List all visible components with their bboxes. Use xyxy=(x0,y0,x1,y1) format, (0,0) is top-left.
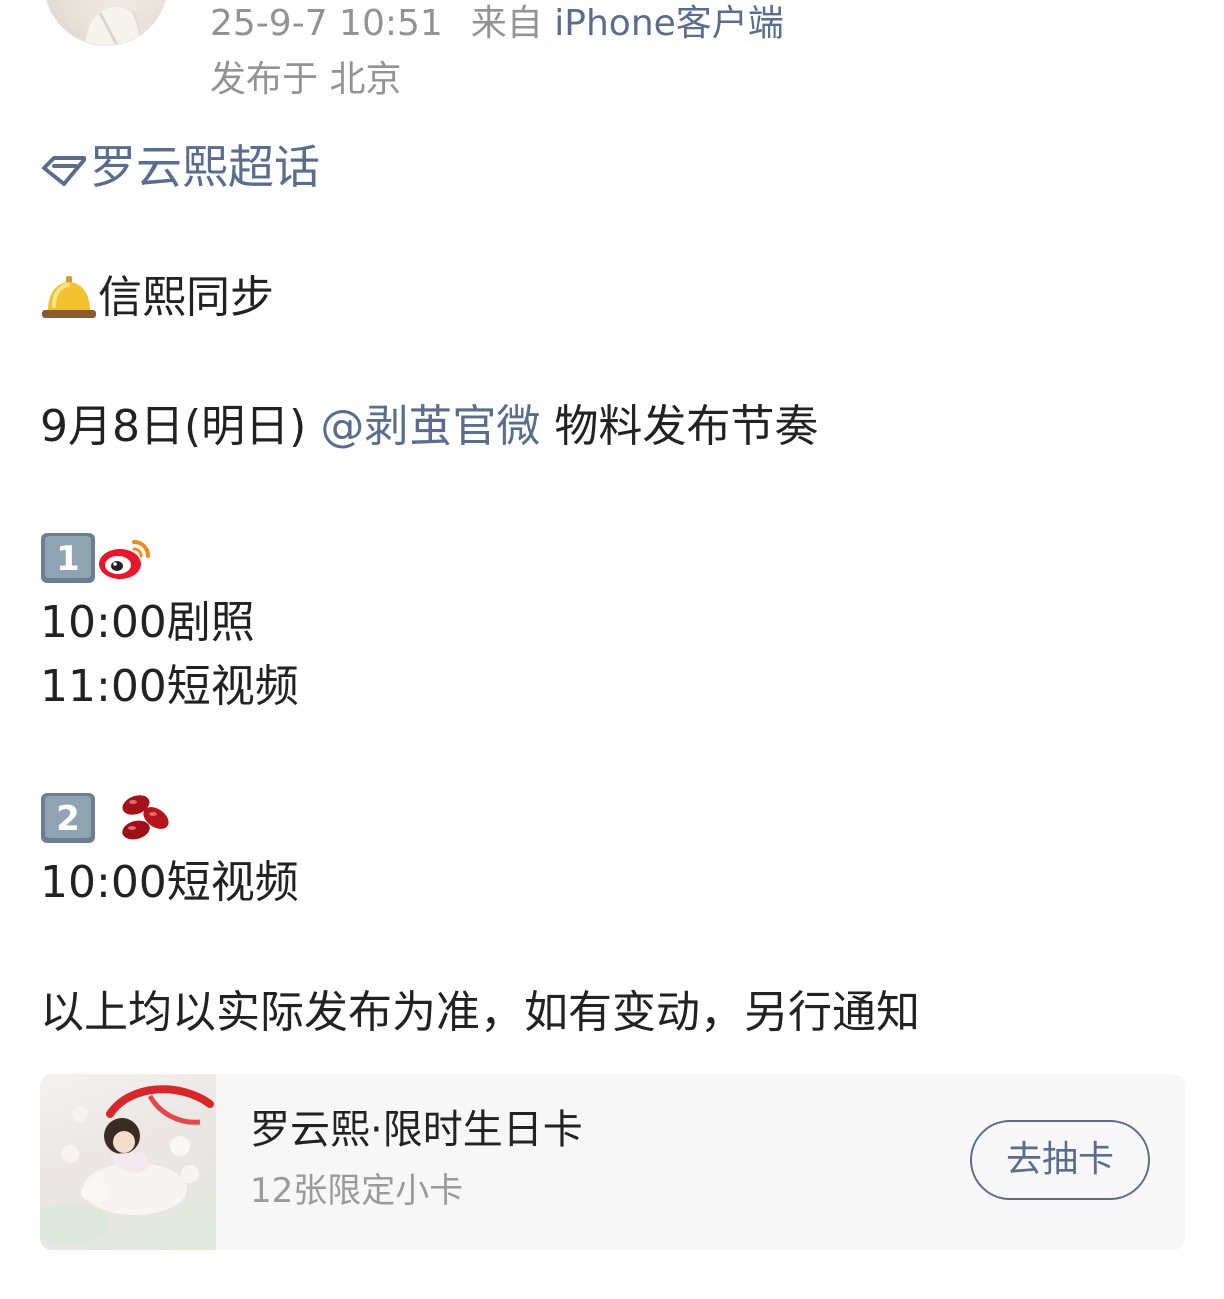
birthday-card-promo[interactable]: 罗云熙·限时生日卡 12张限定小卡 去抽卡 xyxy=(40,1074,1185,1250)
avatar[interactable] xyxy=(44,0,168,46)
source-client-link[interactable]: iPhone客户端 xyxy=(554,3,784,44)
post-time: 25-9-7 10:51 xyxy=(210,3,443,44)
bell-emoji-icon xyxy=(42,276,96,318)
content-line-2: 9月8日(明日) @剥茧官微 物料发布节奏 xyxy=(40,400,818,454)
diamond-icon xyxy=(42,156,86,186)
keycap-1-icon: 1 xyxy=(41,533,95,583)
source-prefix: 来自 xyxy=(470,3,543,44)
card-subtitle: 12张限定小卡 xyxy=(250,1171,464,1211)
draw-card-button[interactable]: 去抽卡 xyxy=(970,1120,1150,1200)
mention-link[interactable]: @剥茧官微 xyxy=(320,401,540,452)
keycap-2-icon: 2 xyxy=(41,793,95,843)
notice-text: 以上均以实际发布为准，如有变动，另行通知 xyxy=(40,987,920,1038)
red-beans-icon xyxy=(122,795,169,840)
super-topic-label: 罗云熙超话 xyxy=(90,140,320,194)
post-meta: 25-9-7 10:51 来自 iPhone客户端 xyxy=(210,2,784,46)
schedule-2-short-video: 10:00短视频 xyxy=(40,857,299,908)
avatar-image xyxy=(85,7,145,45)
svg-text:1: 1 xyxy=(56,539,80,579)
post-location: 发布于 北京 xyxy=(210,59,402,100)
weibo-logo-icon xyxy=(99,540,150,579)
date-text: 9月8日(明日) xyxy=(40,401,307,452)
content-line-1-text: 信熙同步 xyxy=(98,272,274,323)
content-line-1: 信熙同步 xyxy=(40,270,274,325)
release-rhythm-text: 物料发布节奏 xyxy=(554,401,819,452)
card-thumbnail xyxy=(40,1074,230,1250)
svg-text:2: 2 xyxy=(56,799,80,839)
schedule-1-stills: 10:00剧照 xyxy=(40,597,255,648)
section-1-header: 1 xyxy=(40,532,152,587)
card-title: 罗云熙·限时生日卡 xyxy=(250,1107,583,1153)
super-topic-link[interactable]: 罗云熙超话 xyxy=(40,140,320,194)
section-2-header: 2 xyxy=(40,792,172,847)
schedule-1-short-video: 11:00短视频 xyxy=(40,661,299,712)
